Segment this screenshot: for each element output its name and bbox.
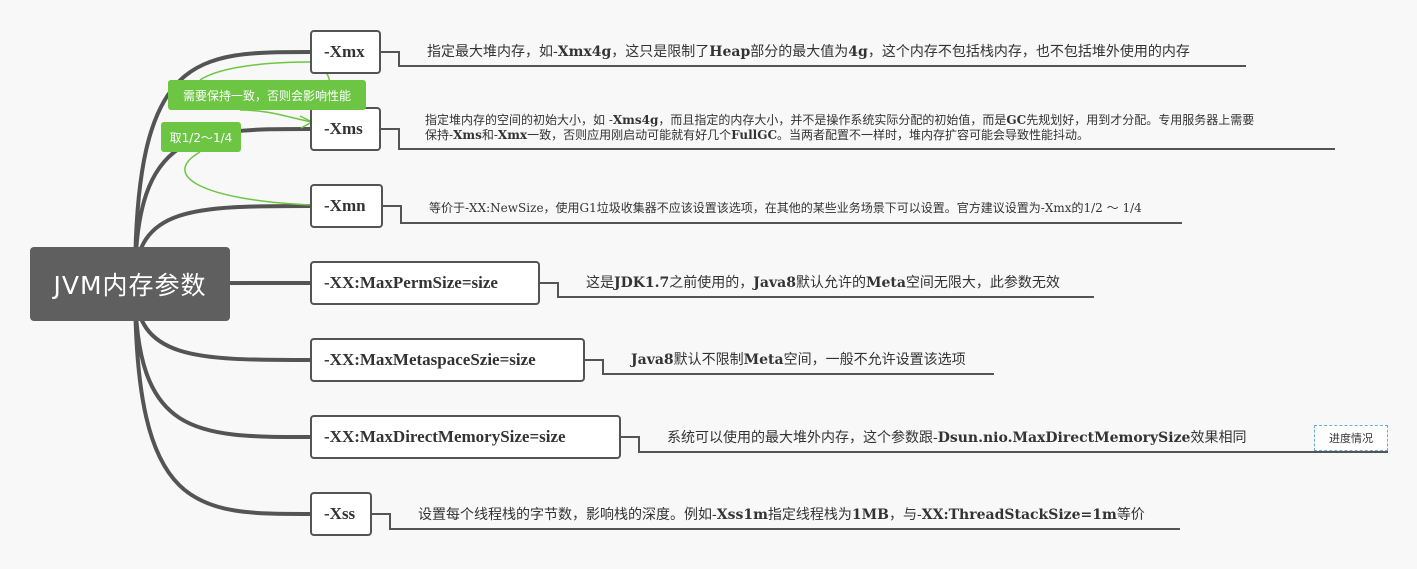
param-desc-xmx: 指定最大堆内存，如-Xmx4g，这只是限制了Heap部分的最大值为4g，这个内存…: [427, 44, 1190, 62]
param-name: -Xss: [324, 504, 356, 523]
desc-keyword: Xms: [453, 128, 482, 142]
desc-keyword: Meta: [865, 275, 906, 291]
desc-line: 等价于-XX:NewSize，使用G1垃圾收集器不应该设置该选项，在其他的某些业…: [429, 201, 1142, 216]
desc-text: 和-: [481, 128, 498, 142]
param-name: -XX:MaxDirectMemorySize=size: [324, 427, 566, 446]
desc-text: ，这只是限制了: [611, 44, 710, 60]
param-desc-xx-maxmetaspaceszie-size: Java8默认不限制Meta空间，一般不允许设置该选项: [631, 352, 966, 370]
desc-text: 。当两者配置不一样时，堆内存扩容可能会导致性能抖动。: [777, 128, 1090, 142]
desc-keyword: Java8: [631, 352, 674, 368]
callout-keep-consistent-label: 需要保持一致，否则会影响性能: [182, 88, 351, 103]
desc-keyword: GC: [1006, 113, 1027, 127]
desc-line: 指定最大堆内存，如-Xmx4g，这只是限制了Heap部分的最大值为4g，这个内存…: [427, 44, 1190, 62]
param-node-xx-maxpermsize-size[interactable]: -XX:MaxPermSize=size: [310, 261, 540, 305]
param-node-xmn[interactable]: -Xmn: [310, 184, 383, 228]
param-node-xx-maxmetaspaceszie-size[interactable]: -XX:MaxMetaspaceSzie=size: [310, 338, 585, 382]
desc-text: 系统可以使用的最大堆外内存，这个参数跟-: [667, 430, 938, 446]
desc-keyword: Xss1m: [716, 507, 768, 523]
desc-text: 空间，一般不允许设置该选项: [783, 352, 966, 368]
callout-ratio[interactable]: 取1/2～1/4: [161, 122, 241, 152]
desc-text: 部分的最大值为: [750, 44, 849, 60]
relation-line-ratio: [184, 151, 313, 206]
desc-keyword: Xmx: [497, 128, 528, 142]
desc-line: Java8默认不限制Meta空间，一般不允许设置该选项: [631, 352, 966, 370]
param-desc-xms: 指定堆内存的空间的初始大小，如 -Xms4g，而且指定的内存大小，并不是操作系统…: [425, 113, 1254, 143]
desc-keyword: Heap: [709, 44, 751, 60]
desc-line: 保持-Xms和-Xmx一致，否则应用刚启动可能就有好几个FullGC。当两者配置…: [425, 128, 1254, 143]
desc-keyword: Xms4g: [612, 113, 659, 127]
desc-text: 这是: [586, 275, 614, 291]
param-node-xms[interactable]: -Xms: [310, 107, 381, 151]
desc-text: 等价: [1116, 507, 1145, 523]
param-node-xx-maxdirectmemorysize-size[interactable]: -XX:MaxDirectMemorySize=size: [310, 415, 621, 459]
progress-tag[interactable]: 进度情况: [1314, 425, 1388, 451]
desc-text: 默认允许的: [795, 275, 866, 291]
desc-text: 效果相同: [1190, 430, 1247, 446]
callout-keep-consistent[interactable]: 需要保持一致，否则会影响性能: [168, 80, 366, 110]
desc-text: 先规划好，用到才分配。专用服务器上需要: [1026, 113, 1255, 127]
desc-keyword: Java8: [753, 275, 796, 291]
param-desc-xx-maxpermsize-size: 这是JDK1.7之前使用的，Java8默认允许的Meta空间无限大，此参数无效: [586, 275, 1060, 293]
param-node-xmx[interactable]: -Xmx: [310, 30, 381, 74]
param-desc-xx-maxdirectmemorysize-size: 系统可以使用的最大堆外内存，这个参数跟-Dsun.nio.MaxDirectMe…: [667, 430, 1246, 448]
desc-line: 系统可以使用的最大堆外内存，这个参数跟-Dsun.nio.MaxDirectMe…: [667, 430, 1246, 448]
desc-text: 指定最大堆内存，如-: [427, 44, 558, 60]
desc-keyword: 4g: [848, 44, 868, 60]
desc-keyword: FullGC: [731, 128, 778, 142]
desc-text: 默认不限制: [673, 352, 744, 368]
desc-keyword: Meta: [743, 352, 784, 368]
desc-text: 空间无限大，此参数无效: [905, 275, 1060, 291]
param-desc-xmn: 等价于-XX:NewSize，使用G1垃圾收集器不应该设置该选项，在其他的某些业…: [429, 201, 1142, 216]
desc-keyword: Dsun.nio.MaxDirectMemorySize: [937, 430, 1191, 446]
desc-text: 指定线程栈为: [767, 507, 852, 523]
root-node[interactable]: JVM内存参数: [30, 247, 230, 321]
desc-line: 指定堆内存的空间的初始大小，如 -Xms4g，而且指定的内存大小，并不是操作系统…: [425, 113, 1254, 128]
desc-text: ，这个内存不包括栈内存，也不包括堆外使用的内存: [867, 44, 1190, 60]
param-name: -Xms: [324, 119, 363, 138]
root-label: JVM内存参数: [53, 271, 207, 300]
desc-line: 这是JDK1.7之前使用的，Java8默认允许的Meta空间无限大，此参数无效: [586, 275, 1060, 293]
desc-text: 指定堆内存的空间的初始大小，如 -: [425, 113, 613, 127]
desc-text: 设置每个线程栈的字节数，影响栈的深度。例如-: [418, 507, 717, 523]
param-name: -Xmx: [324, 42, 365, 61]
desc-text: 之前使用的，: [669, 275, 754, 291]
desc-text: 一致，否则应用刚启动可能就有好几个: [527, 128, 732, 142]
param-desc-xss: 设置每个线程栈的字节数，影响栈的深度。例如-Xss1m指定线程栈为1MB，与-X…: [418, 507, 1145, 525]
callout-ratio-label: 取1/2～1/4: [169, 130, 233, 145]
param-name: -Xmn: [324, 196, 366, 215]
desc-text: ，而且指定的内存大小，并不是操作系统实际分配的初始值，而是: [658, 113, 1007, 127]
desc-text: ，与-: [889, 507, 922, 523]
desc-keyword: XX:ThreadStackSize=1m: [921, 507, 1117, 523]
param-node-xss[interactable]: -Xss: [310, 492, 372, 536]
param-name: -XX:MaxMetaspaceSzie=size: [324, 350, 536, 369]
desc-keyword: 1MB: [851, 507, 889, 523]
desc-text: 等价于-XX:NewSize，使用G1垃圾收集器不应该设置该选项，在其他的某些业…: [429, 201, 1142, 215]
desc-keyword: Xmx4g: [557, 44, 612, 60]
progress-tag-label: 进度情况: [1329, 432, 1373, 445]
desc-line: 设置每个线程栈的字节数，影响栈的深度。例如-Xss1m指定线程栈为1MB，与-X…: [418, 507, 1145, 525]
param-name: -XX:MaxPermSize=size: [324, 273, 498, 292]
desc-text: 保持-: [425, 128, 454, 142]
desc-keyword: JDK1.7: [614, 275, 670, 291]
